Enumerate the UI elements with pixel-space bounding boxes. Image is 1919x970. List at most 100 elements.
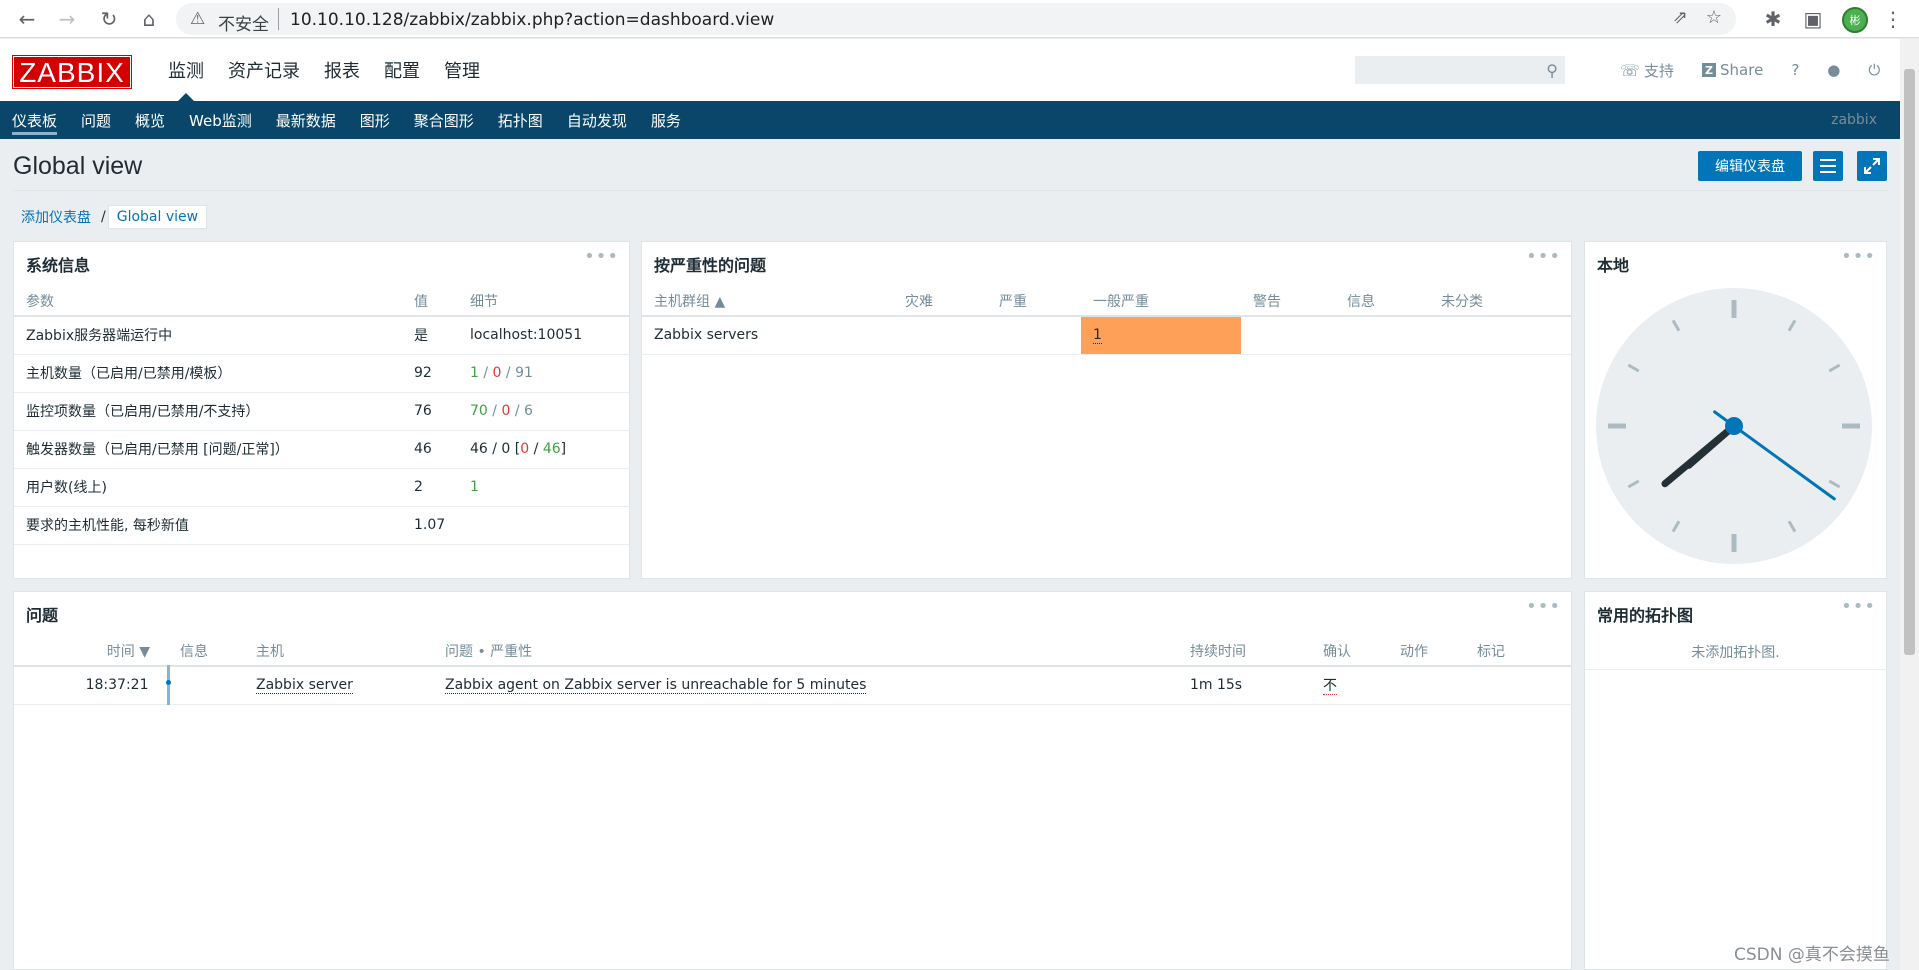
col-disaster: 灾难 <box>893 286 987 317</box>
col-parameter: 参数 <box>14 286 402 317</box>
table-row: 用户数(线上) 2 1 <box>14 468 629 507</box>
back-icon[interactable]: ← <box>14 6 40 32</box>
menu-administration[interactable]: 管理 <box>432 39 492 101</box>
edit-dashboard-button[interactable]: 编辑仪表盘 <box>1698 151 1802 181</box>
widget-menu-icon[interactable]: ••• <box>1526 246 1561 267</box>
menu-configuration[interactable]: 配置 <box>372 39 432 101</box>
problem-time-link[interactable]: 18:37:21 <box>86 677 149 693</box>
problem-time[interactable]: 18:37:21 <box>14 666 171 705</box>
col-high: 严重 <box>987 286 1081 317</box>
share-label: Share <box>1720 61 1764 79</box>
subnav-problems[interactable]: 问题 <box>69 101 123 139</box>
breadcrumb-separator: / <box>101 209 106 225</box>
dashboard-list-button[interactable] <box>1813 151 1843 181</box>
subnav-maps[interactable]: 拓扑图 <box>486 101 555 139</box>
subnav-graphs[interactable]: 图形 <box>348 101 402 139</box>
clock-widget: 本地 ••• <box>1584 241 1887 579</box>
detail-part: / <box>529 441 543 457</box>
widget-menu-icon[interactable]: ••• <box>1841 596 1876 617</box>
param-cell: Zabbix服务器端运行中 <box>14 316 402 355</box>
clock-center <box>1725 417 1743 435</box>
problem-host-link[interactable]: Zabbix server <box>256 677 353 695</box>
search-input[interactable]: ⚲ <box>1355 56 1565 84</box>
detail-part: / <box>478 365 493 381</box>
widget-menu-icon[interactable]: ••• <box>1526 596 1561 617</box>
col-time[interactable]: 时间 ▼ <box>14 636 168 667</box>
reload-icon[interactable]: ↻ <box>96 6 122 32</box>
problem-name-link[interactable]: Zabbix agent on Zabbix server is unreach… <box>445 677 867 695</box>
search-icon[interactable]: ⚲ <box>1546 61 1558 80</box>
logout-icon[interactable]: ⏻ <box>1868 61 1880 79</box>
url-text[interactable]: 10.10.10.128/zabbix/zabbix.php?action=da… <box>290 10 774 30</box>
widget-menu-icon[interactable]: ••• <box>1841 246 1876 267</box>
widget-title: 系统信息 <box>26 256 91 275</box>
value-cell: 92 <box>402 354 458 393</box>
detail-part: 46 <box>542 441 561 457</box>
browser-menu-icon[interactable]: ⋮ <box>1880 6 1906 32</box>
breadcrumb-current[interactable]: Global view <box>107 205 208 229</box>
subnav-services[interactable]: 服务 <box>639 101 693 139</box>
problem-host-cell: Zabbix server <box>244 666 433 705</box>
detail-part: localhost:10051 <box>470 327 583 344</box>
page-scrollbar[interactable] <box>1900 39 1919 970</box>
high-cell <box>987 316 1081 355</box>
help-link[interactable]: ? <box>1791 61 1799 79</box>
average-count[interactable]: 1 <box>1093 327 1102 345</box>
timeline-dot <box>165 680 171 685</box>
menu-inventory[interactable]: 资产记录 <box>216 39 312 101</box>
details-cell: 70 / 0 / 6 <box>458 392 629 431</box>
system-info-widget: 系统信息 ••• 参数 值 细节 Zabbix服务器端运行中是 localhost… <box>13 241 630 579</box>
user-profile-icon[interactable]: ● <box>1827 61 1840 79</box>
menu-monitoring[interactable]: 监测 <box>156 39 216 101</box>
col-info: 信息 <box>1335 286 1429 317</box>
param-cell: 要求的主机性能, 每秒新值 <box>14 506 402 545</box>
col-host-group[interactable]: 主机群组 ▲ <box>642 286 893 317</box>
bookmark-star-icon[interactable]: ☆ <box>1706 7 1722 28</box>
problem-name-cell: Zabbix agent on Zabbix server is unreach… <box>433 666 1178 705</box>
table-row: 要求的主机性能, 每秒新值 1.07 <box>14 506 629 545</box>
share-page-icon[interactable]: ⇗ <box>1673 7 1688 28</box>
widget-menu-icon[interactable]: ••• <box>584 246 619 267</box>
problems-widget: 问题 ••• 时间 ▼ 信息 主机 问题 • 严重性 持续时间 确认 动作 标记… <box>13 591 1572 970</box>
value-cell: 46 <box>402 430 458 469</box>
subnav-latest-data[interactable]: 最新数据 <box>264 101 348 139</box>
fullscreen-button[interactable] <box>1857 151 1887 181</box>
severity-table: 主机群组 ▲ 灾难 严重 一般严重 警告 信息 未分类 Zabbix serve… <box>642 286 1571 355</box>
watermark: CSDN @真不会摸鱼 <box>1734 945 1890 965</box>
problem-ack-link[interactable]: 不 <box>1323 678 1337 696</box>
subnav-discovery[interactable]: 自动发现 <box>555 101 639 139</box>
table-row: 主机数量（已启用/已禁用/模板） 92 1 / 0 / 91 <box>14 354 629 393</box>
share-link[interactable]: Z Share <box>1702 61 1763 79</box>
info-cell <box>1335 316 1429 355</box>
home-icon[interactable]: ⌂ <box>136 6 162 32</box>
subnav-screens[interactable]: 聚合图形 <box>402 101 486 139</box>
profile-avatar[interactable]: 彬 <box>1842 7 1868 33</box>
no-maps-text: 未添加拓扑图. <box>1585 636 1886 670</box>
subnav-dashboard[interactable]: 仪表板 <box>0 101 69 139</box>
table-row: 监控项数量（已启用/已禁用/不支持） 76 70 / 0 / 6 <box>14 392 629 431</box>
side-panel-icon[interactable]: ▣ <box>1800 6 1826 32</box>
extensions-icon[interactable]: ✱ <box>1760 6 1786 32</box>
col-duration: 持续时间 <box>1178 636 1311 667</box>
forward-icon[interactable]: → <box>54 6 80 32</box>
param-cell: 触发器数量（已启用/已禁用 [问题/正常]） <box>14 430 402 469</box>
detail-part: 1 <box>470 479 479 495</box>
menu-reports[interactable]: 报表 <box>312 39 372 101</box>
host-group-link[interactable]: Zabbix servers <box>642 316 893 355</box>
support-link[interactable]: ☏ 支持 <box>1620 60 1674 81</box>
address-bar[interactable]: ⚠ 不安全 10.10.10.128/zabbix/zabbix.php?act… <box>176 3 1736 35</box>
col-actions: 动作 <box>1388 636 1465 667</box>
insecure-label: 不安全 <box>218 15 269 35</box>
headset-icon: ☏ <box>1620 60 1641 80</box>
param-cell: 用户数(线上) <box>14 468 402 507</box>
col-not-classified: 未分类 <box>1429 286 1571 317</box>
subnav-overview[interactable]: 概览 <box>123 101 177 139</box>
average-cell[interactable]: 1 <box>1081 316 1241 355</box>
details-cell: localhost:10051 <box>458 316 629 355</box>
subnav-web[interactable]: Web监测 <box>177 101 264 139</box>
zabbix-header: ZABBIX 监测 资产记录 报表 配置 管理 ⚲ ☏ 支持 Z Share ? ●… <box>0 39 1900 101</box>
breadcrumb-add-dashboard[interactable]: 添加仪表盘 <box>13 207 99 227</box>
scrollbar-thumb[interactable] <box>1904 69 1915 655</box>
zabbix-logo[interactable]: ZABBIX <box>12 55 132 89</box>
widget-title: 常用的拓扑图 <box>1597 606 1694 625</box>
